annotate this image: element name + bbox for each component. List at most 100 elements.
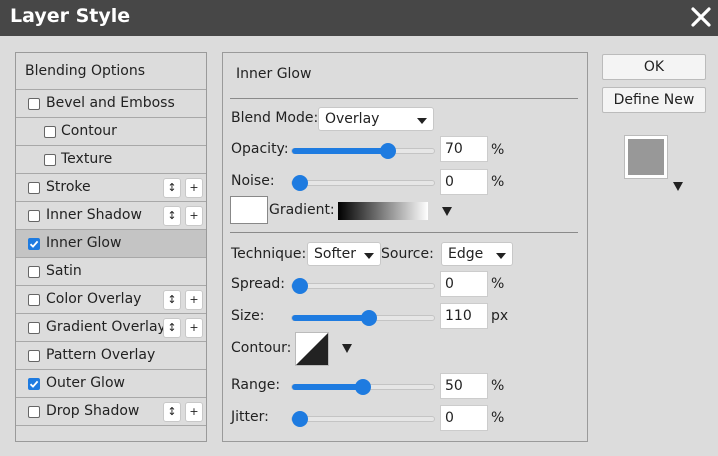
color-overlay-checkbox[interactable] xyxy=(28,294,40,306)
spread-value: 0 xyxy=(445,276,454,292)
slider-fill xyxy=(292,315,369,321)
add-color-overlay-button[interactable]: + xyxy=(185,290,203,310)
contour-label: Contour: xyxy=(231,340,292,356)
effect-label: Bevel and Emboss xyxy=(46,95,175,111)
slider-handle[interactable] xyxy=(355,379,371,395)
slider-handle[interactable] xyxy=(292,278,308,294)
noise-slider[interactable] xyxy=(291,175,435,191)
spread-input[interactable]: 0 xyxy=(440,271,488,297)
effect-label: Drop Shadow xyxy=(46,403,140,419)
add-inner-shadow-button[interactable]: + xyxy=(185,206,203,226)
effect-item-pattern-overlay[interactable]: Pattern Overlay xyxy=(16,342,206,370)
chevron-down-icon xyxy=(364,253,374,259)
range-slider[interactable] xyxy=(291,379,435,395)
add-drop-shadow-button[interactable]: + xyxy=(185,402,203,422)
effect-item-inner-glow[interactable]: Inner Glow xyxy=(16,230,206,258)
drop-shadow-checkbox[interactable] xyxy=(28,406,40,418)
glow-color-swatch[interactable] xyxy=(230,196,268,224)
blend-mode-label: Blend Mode: xyxy=(231,110,319,126)
title-bar: Layer Style xyxy=(0,0,718,36)
size-slider[interactable] xyxy=(291,310,435,326)
spread-label: Spread: xyxy=(231,276,286,292)
effect-item-stroke[interactable]: Stroke ↕ + xyxy=(16,174,206,202)
contour-dropdown-icon[interactable] xyxy=(342,344,352,353)
inner-glow-checkbox[interactable] xyxy=(28,238,40,250)
close-icon[interactable] xyxy=(688,4,714,30)
satin-checkbox[interactable] xyxy=(28,266,40,278)
style-preview-swatch xyxy=(624,135,668,179)
noise-label: Noise: xyxy=(231,173,275,189)
inner-shadow-checkbox[interactable] xyxy=(28,210,40,222)
blend-mode-select[interactable]: Overlay xyxy=(318,107,434,131)
gradient-dropdown-icon[interactable] xyxy=(442,207,452,216)
blend-mode-value: Overlay xyxy=(325,111,380,127)
jitter-input[interactable]: 0 xyxy=(440,405,488,431)
effect-item-contour[interactable]: Contour xyxy=(16,118,206,146)
opacity-value: 70 xyxy=(445,141,463,157)
source-select[interactable]: Edge xyxy=(441,242,513,266)
slider-handle[interactable] xyxy=(380,143,396,159)
effect-label: Color Overlay xyxy=(46,291,142,307)
size-input[interactable]: 110 xyxy=(440,303,488,329)
slider-handle[interactable] xyxy=(292,411,308,427)
range-unit: % xyxy=(491,378,505,394)
effect-item-inner-shadow[interactable]: Inner Shadow ↕ + xyxy=(16,202,206,230)
reorder-icon[interactable]: ↕ xyxy=(163,178,181,198)
reorder-icon[interactable]: ↕ xyxy=(163,290,181,310)
ok-button[interactable]: OK xyxy=(602,54,706,80)
add-stroke-button[interactable]: + xyxy=(185,178,203,198)
slider-handle[interactable] xyxy=(361,310,377,326)
slider-handle[interactable] xyxy=(292,175,308,191)
reorder-icon[interactable]: ↕ xyxy=(163,206,181,226)
gradient-preview[interactable] xyxy=(338,202,428,220)
effect-item-color-overlay[interactable]: Color Overlay ↕ + xyxy=(16,286,206,314)
range-input[interactable]: 50 xyxy=(440,373,488,399)
opacity-unit: % xyxy=(491,142,505,158)
effect-item-outer-glow[interactable]: Outer Glow xyxy=(16,370,206,398)
effect-item-satin[interactable]: Satin xyxy=(16,258,206,286)
effect-label: Inner Glow xyxy=(46,235,122,251)
effect-label: Outer Glow xyxy=(46,375,125,391)
contour-checkbox[interactable] xyxy=(44,126,56,138)
reorder-icon[interactable]: ↕ xyxy=(163,318,181,338)
technique-value: Softer xyxy=(314,246,356,262)
effect-label: Pattern Overlay xyxy=(46,347,156,363)
add-gradient-overlay-button[interactable]: + xyxy=(185,318,203,338)
noise-input[interactable]: 0 xyxy=(440,169,488,195)
contour-curve-icon[interactable] xyxy=(295,332,329,366)
effect-label: Contour xyxy=(61,123,117,139)
pattern-overlay-checkbox[interactable] xyxy=(28,350,40,362)
source-label: Source: xyxy=(381,246,434,262)
gradient-label: Gradient: xyxy=(269,202,335,218)
spread-slider[interactable] xyxy=(291,278,435,294)
blending-options-item[interactable]: Blending Options xyxy=(16,53,206,90)
chevron-down-icon xyxy=(496,253,506,259)
gradient-overlay-checkbox[interactable] xyxy=(28,322,40,334)
bevel-and-emboss-checkbox[interactable] xyxy=(28,98,40,110)
effect-label: Stroke xyxy=(46,179,91,195)
opacity-input[interactable]: 70 xyxy=(440,136,488,162)
preview-dropdown-icon[interactable] xyxy=(673,182,683,191)
section-title: Inner Glow xyxy=(236,66,312,82)
dialog-title: Layer Style xyxy=(10,5,131,27)
jitter-slider[interactable] xyxy=(291,411,435,427)
technique-select[interactable]: Softer xyxy=(307,242,381,266)
size-label: Size: xyxy=(231,308,265,324)
stroke-checkbox[interactable] xyxy=(28,182,40,194)
effect-item-drop-shadow[interactable]: Drop Shadow ↕ + xyxy=(16,398,206,426)
jitter-value: 0 xyxy=(445,410,454,426)
effect-item-bevel-and-emboss[interactable]: Bevel and Emboss xyxy=(16,90,206,118)
blending-options-label: Blending Options xyxy=(25,63,145,79)
effect-label: Texture xyxy=(61,151,113,167)
reorder-icon[interactable]: ↕ xyxy=(163,402,181,422)
opacity-slider[interactable] xyxy=(291,143,435,159)
define-new-button[interactable]: Define New xyxy=(602,87,706,113)
preview-fill xyxy=(628,139,664,175)
effect-item-texture[interactable]: Texture xyxy=(16,146,206,174)
effects-list: Blending Options Bevel and Emboss Contou… xyxy=(15,52,207,442)
range-label: Range: xyxy=(231,377,281,393)
effect-label: Satin xyxy=(46,263,82,279)
effect-item-gradient-overlay[interactable]: Gradient Overlay ↕ + xyxy=(16,314,206,342)
outer-glow-checkbox[interactable] xyxy=(28,378,40,390)
texture-checkbox[interactable] xyxy=(44,154,56,166)
